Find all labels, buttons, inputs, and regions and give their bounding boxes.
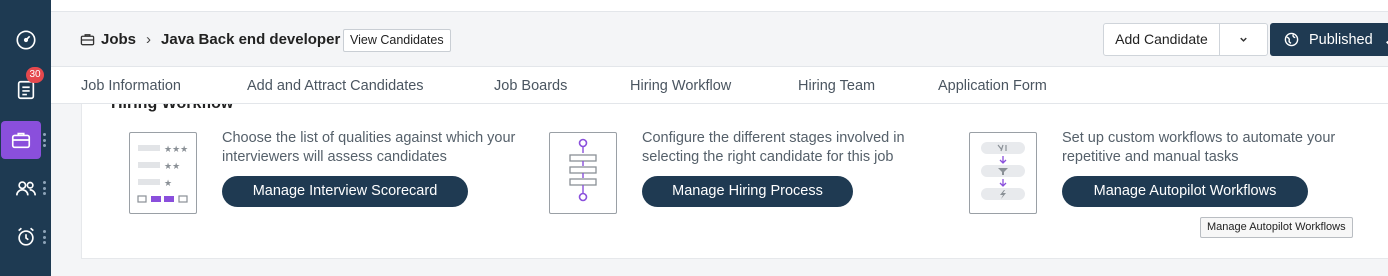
breadcrumb: Jobs › Java Back end developer (80, 31, 340, 48)
scorecard-description: Choose the list of qualities against whi… (222, 130, 516, 165)
manage-interview-scorecard-button[interactable]: Manage Interview Scorecard (222, 176, 468, 207)
add-candidate-dropdown-button[interactable] (1220, 24, 1267, 55)
breadcrumb-separator: › (146, 31, 152, 48)
top-strip (51, 0, 1388, 12)
tab-application-form[interactable]: Application Form (938, 78, 1047, 94)
dashboard-icon (15, 30, 36, 50)
left-nav-rail: 30 (0, 0, 51, 276)
job-header: Jobs › Java Back end developer View Cand… (51, 12, 1388, 66)
jobs-more-handle[interactable] (42, 133, 46, 147)
hiring-process-description: Configure the different stages involved … (642, 130, 905, 165)
dashboard-nav-item[interactable] (0, 20, 51, 60)
scorecard-icon: ★★★ ★★ ★ (129, 132, 197, 214)
published-status-button[interactable]: Published (1270, 23, 1388, 56)
breadcrumb-jobs-link[interactable]: Jobs (101, 31, 136, 48)
manage-autopilot-workflows-button[interactable]: Manage Autopilot Workflows (1062, 176, 1308, 207)
published-label: Published (1309, 31, 1373, 48)
add-candidate-button[interactable]: Add Candidate (1104, 24, 1220, 55)
autopilot-icon (969, 132, 1037, 214)
chevron-down-icon (1240, 37, 1247, 42)
svg-text:★: ★ (164, 179, 172, 189)
reminders-more-handle[interactable] (42, 230, 46, 244)
svg-text:★★: ★★ (164, 162, 180, 172)
alarm-clock-icon (17, 227, 34, 246)
svg-text:★★★: ★★★ (164, 145, 188, 155)
job-tabs: Job Information Add and Attract Candidat… (51, 66, 1388, 104)
tab-hiring-team[interactable]: Hiring Team (798, 78, 875, 94)
tab-add-and-attract-candidates[interactable]: Add and Attract Candidates (247, 78, 424, 94)
candidates-more-handle[interactable] (42, 181, 46, 195)
globe-icon (1284, 32, 1299, 47)
process-stages-icon (549, 132, 617, 214)
button-tooltip: Manage Autopilot Workflows (1200, 217, 1353, 238)
section-title: Hiring Workflow (111, 104, 233, 113)
job-title: Java Back end developer (161, 31, 341, 48)
briefcase-icon (80, 34, 95, 46)
tab-hiring-workflow[interactable]: Hiring Workflow (630, 78, 731, 94)
autopilot-description: Set up custom workflows to automate your… (1062, 130, 1336, 165)
view-candidates-button[interactable]: View Candidates (343, 29, 451, 52)
tab-job-information[interactable]: Job Information (81, 78, 181, 94)
add-candidate-split-button: Add Candidate (1103, 23, 1268, 56)
hiring-workflow-card: Hiring Workflow ★★★ ★★ ★ Choose the list… (81, 104, 1388, 259)
chevron-down-icon (1386, 40, 1388, 45)
jobs-briefcase-icon (11, 132, 30, 149)
notification-badge: 30 (26, 67, 44, 83)
candidates-icon (15, 181, 36, 196)
manage-hiring-process-button[interactable]: Manage Hiring Process (642, 176, 853, 207)
tab-job-boards[interactable]: Job Boards (494, 78, 567, 94)
